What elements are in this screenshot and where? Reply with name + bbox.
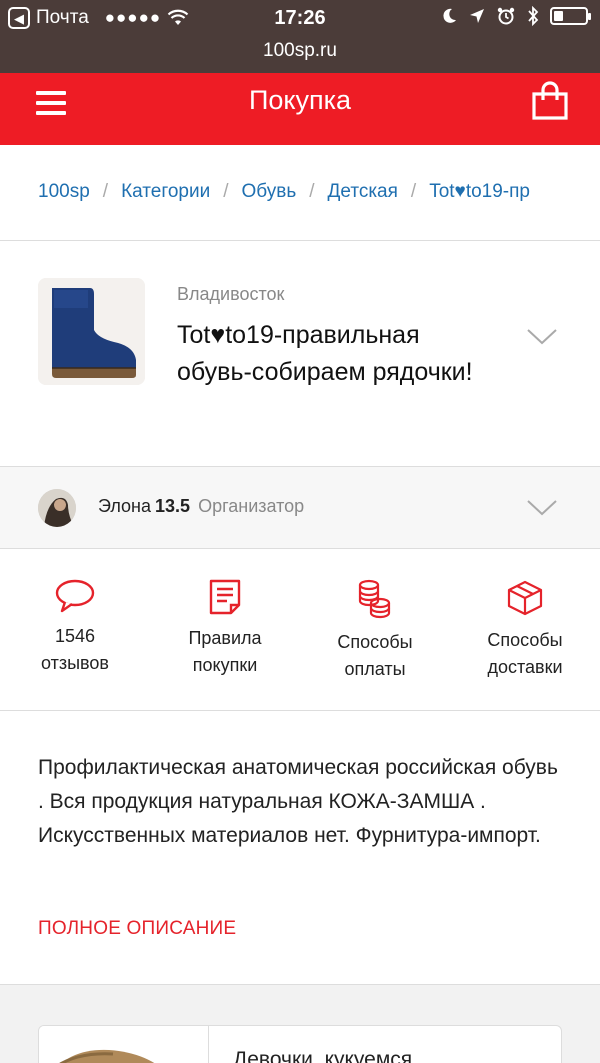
organizer-info: Элона 13.5 Организатор [98,496,304,517]
location-arrow-icon [470,9,484,23]
app-header: Покупка [0,73,600,145]
delivery-label-line2: доставки [487,657,563,677]
breadcrumb-separator: / [102,181,109,202]
bluetooth-icon [528,6,539,26]
purchase-rules-button[interactable]: Правила покупки [150,579,300,679]
status-bar: ◀ Почта ●●●●● 17:26 [0,0,600,38]
battery-icon [550,7,591,25]
avatar [38,489,76,527]
breadcrumb-item-home[interactable]: 100sp [38,181,90,202]
delivery-label-line1: Способы [487,630,563,650]
moon-icon [443,8,456,23]
organizer-row[interactable]: Элона 13.5 Организатор [0,467,600,549]
coins-icon [358,579,391,619]
delivery-methods-button[interactable]: Способы доставки [450,579,600,681]
breadcrumb-item-kids[interactable]: Детская [328,181,398,202]
breadcrumb-item-shoes[interactable]: Обувь [242,181,297,202]
organizer-name: Элона [98,496,152,516]
reviews-button[interactable]: 1546 отзывов [0,579,150,677]
chevron-down-icon[interactable] [527,329,557,345]
speech-bubble-icon [55,579,95,613]
box-icon [507,580,543,616]
related-purchase-image [39,1026,209,1063]
breadcrumb-separator: / [410,181,417,202]
related-purchase-title: Девочки, кукуемся [233,1048,413,1063]
description-section: Профилактическая анатомическая российска… [0,711,600,985]
product-city: Владивосток [177,284,285,304]
page-title: Покупка [248,85,352,115]
product-summary: Владивосток Tot♥to19-правильная обувь-со… [0,241,600,467]
product-image[interactable] [38,278,145,385]
url-bar[interactable]: 100sp.ru [0,38,600,73]
breadcrumb-item-categories[interactable]: Категории [121,181,210,202]
payment-label-line1: Способы [337,632,413,652]
rules-label-line1: Правила [188,628,262,648]
reviews-label: отзывов [41,653,109,673]
organizer-role: Организатор [198,496,305,516]
product-title: Tot♥to19-правильная обувь-собираем рядоч… [177,321,473,386]
organizer-rating: 13.5 [155,496,191,516]
actions-row: 1546 отзывов Правила покупки Способы опл… [0,549,600,711]
rules-label-line2: покупки [192,655,258,675]
payment-label-line2: оплаты [344,659,406,679]
breadcrumb-separator: / [223,181,229,202]
reviews-count: 1546 [54,626,96,646]
breadcrumb-item-current[interactable]: Tot♥to19-пр [429,181,530,202]
full-description-link[interactable]: ПОЛНОЕ ОПИСАНИЕ [38,918,236,940]
document-icon [209,579,241,615]
status-right [440,6,591,26]
description-text: Профилактическая анатомическая российска… [38,756,558,847]
alarm-icon [497,7,515,25]
breadcrumb: 100sp / Категории / Обувь / Детская / Tot♥to19-п… [0,145,600,241]
chevron-down-icon[interactable] [527,500,557,516]
breadcrumb-separator: / [309,181,315,202]
shopping-bag-icon[interactable] [530,81,570,121]
related-purchase-card[interactable]: Девочки, кукуемся [38,1025,562,1063]
payment-methods-button[interactable]: Способы оплаты [300,579,450,683]
